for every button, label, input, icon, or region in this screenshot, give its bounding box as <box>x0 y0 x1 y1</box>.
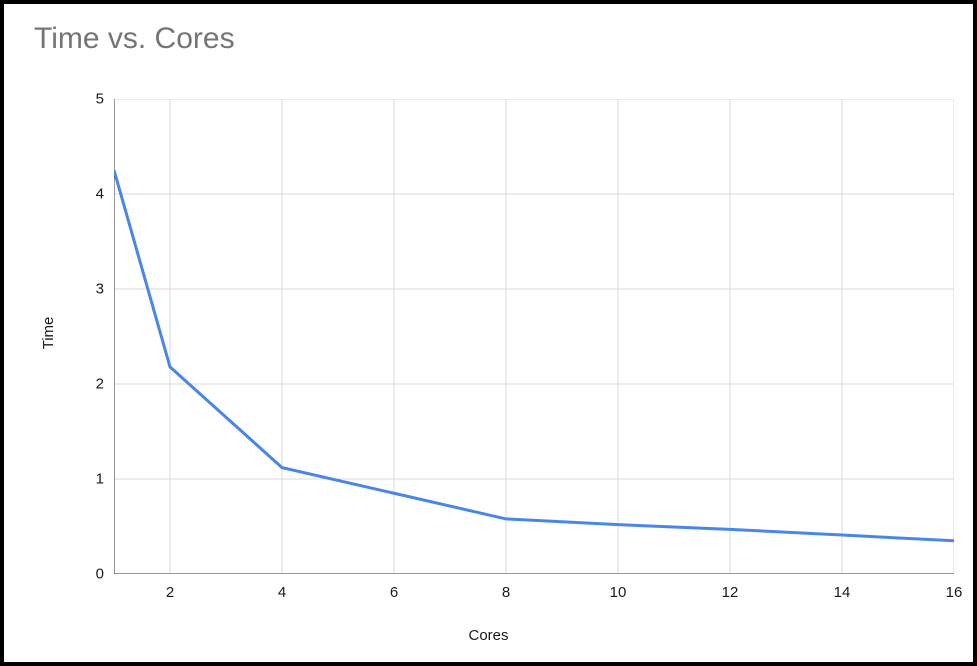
gridlines <box>114 99 954 574</box>
y-tick-label: 1 <box>64 471 104 488</box>
x-axis-label: Cores <box>468 627 508 644</box>
chart-container: Time vs. Cores Time Cores 246810121416 0… <box>0 0 977 666</box>
y-tick-label: 4 <box>64 186 104 203</box>
x-tick-label: 12 <box>722 584 739 601</box>
x-tick-label: 10 <box>610 584 627 601</box>
plot-area: 246810121416 012345 <box>114 99 954 574</box>
x-tick-label: 2 <box>166 584 174 601</box>
y-tick-label: 2 <box>64 376 104 393</box>
y-axis-label: Time <box>40 317 57 350</box>
y-tick-label: 5 <box>64 91 104 108</box>
x-tick-label: 8 <box>502 584 510 601</box>
y-tick-label: 0 <box>64 566 104 583</box>
chart-title: Time vs. Cores <box>34 22 235 56</box>
x-tick-label: 6 <box>390 584 398 601</box>
x-tick-label: 16 <box>946 584 963 601</box>
y-tick-label: 3 <box>64 281 104 298</box>
chart-svg <box>114 99 954 574</box>
x-tick-label: 4 <box>278 584 286 601</box>
data-line <box>114 170 954 541</box>
x-tick-label: 14 <box>834 584 851 601</box>
